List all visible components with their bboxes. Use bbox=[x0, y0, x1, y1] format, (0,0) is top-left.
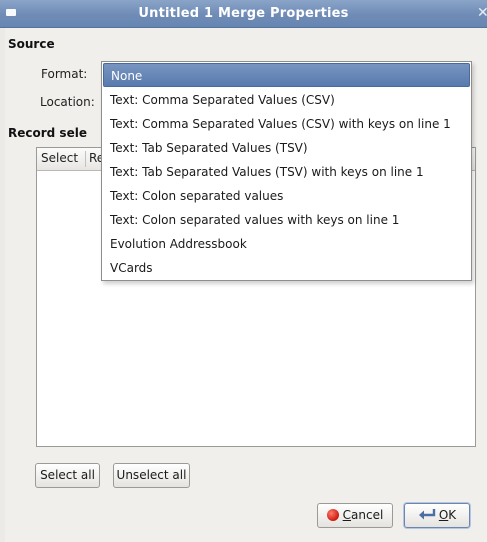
ok-label: K bbox=[448, 508, 457, 522]
ok-button[interactable]: OK bbox=[404, 503, 470, 528]
source-heading: Source bbox=[8, 37, 55, 51]
return-arrow-icon bbox=[418, 507, 436, 530]
format-option-tsv-keys[interactable]: Text: Tab Separated Values (TSV) with ke… bbox=[103, 160, 470, 184]
ok-mnemonic: O bbox=[438, 508, 449, 522]
format-option-evolution[interactable]: Evolution Addressbook bbox=[103, 232, 470, 256]
close-icon[interactable]: ✕ bbox=[477, 5, 487, 21]
format-option-tsv[interactable]: Text: Tab Separated Values (TSV) bbox=[103, 136, 470, 160]
cancel-label: ancel bbox=[351, 508, 384, 522]
unselect-all-button[interactable]: Unselect all bbox=[113, 463, 190, 488]
format-option-colon-keys[interactable]: Text: Colon separated values with keys o… bbox=[103, 208, 470, 232]
window-title: Untitled 1 Merge Properties bbox=[138, 6, 349, 21]
record-selection-heading: Record sele bbox=[8, 126, 87, 140]
cancel-mnemonic: C bbox=[342, 508, 352, 522]
title-bar: Untitled 1 Merge Properties ✕ bbox=[0, 0, 487, 28]
location-label: Location: bbox=[40, 95, 95, 109]
format-option-vcards[interactable]: VCards bbox=[103, 256, 470, 280]
select-all-button[interactable]: Select all bbox=[35, 463, 100, 488]
format-option-csv[interactable]: Text: Comma Separated Values (CSV) bbox=[103, 88, 470, 112]
format-option-none[interactable]: None bbox=[103, 63, 470, 87]
format-dropdown-list[interactable]: None Text: Comma Separated Values (CSV) … bbox=[101, 61, 472, 281]
column-header-select[interactable]: Select bbox=[41, 151, 78, 165]
format-label: Format: bbox=[41, 67, 88, 81]
format-option-csv-keys[interactable]: Text: Comma Separated Values (CSV) with … bbox=[103, 112, 470, 136]
column-separator bbox=[85, 151, 86, 167]
format-option-colon[interactable]: Text: Colon separated values bbox=[103, 184, 470, 208]
stop-icon bbox=[326, 509, 339, 521]
cancel-button[interactable]: Cancel bbox=[317, 503, 393, 528]
window-left-edge bbox=[0, 28, 5, 542]
